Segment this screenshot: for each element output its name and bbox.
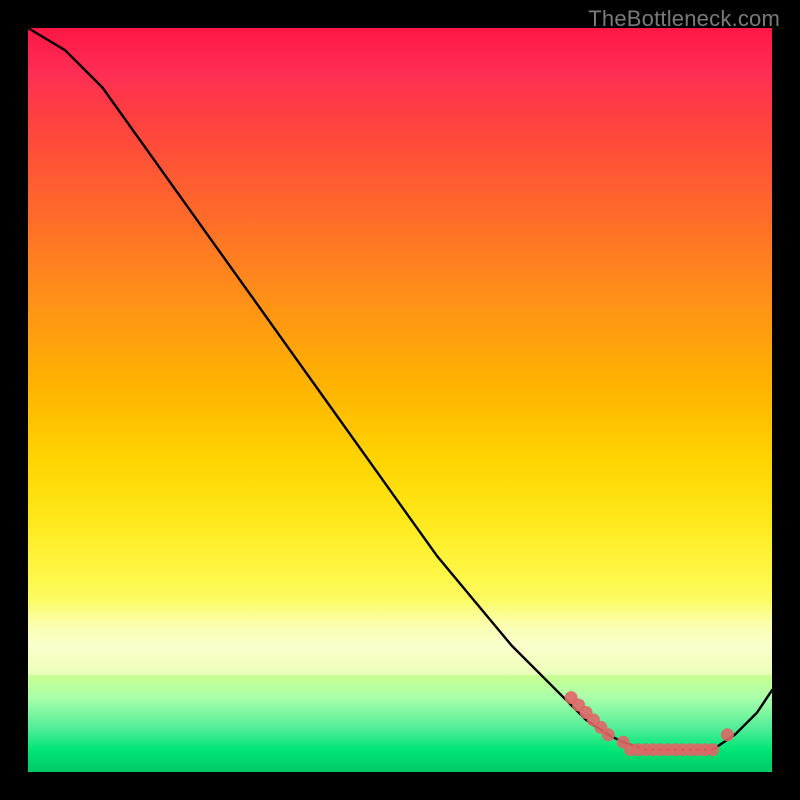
watermark-text: TheBottleneck.com bbox=[588, 6, 780, 32]
plot-area bbox=[28, 28, 772, 772]
chart-frame: TheBottleneck.com bbox=[0, 0, 800, 800]
